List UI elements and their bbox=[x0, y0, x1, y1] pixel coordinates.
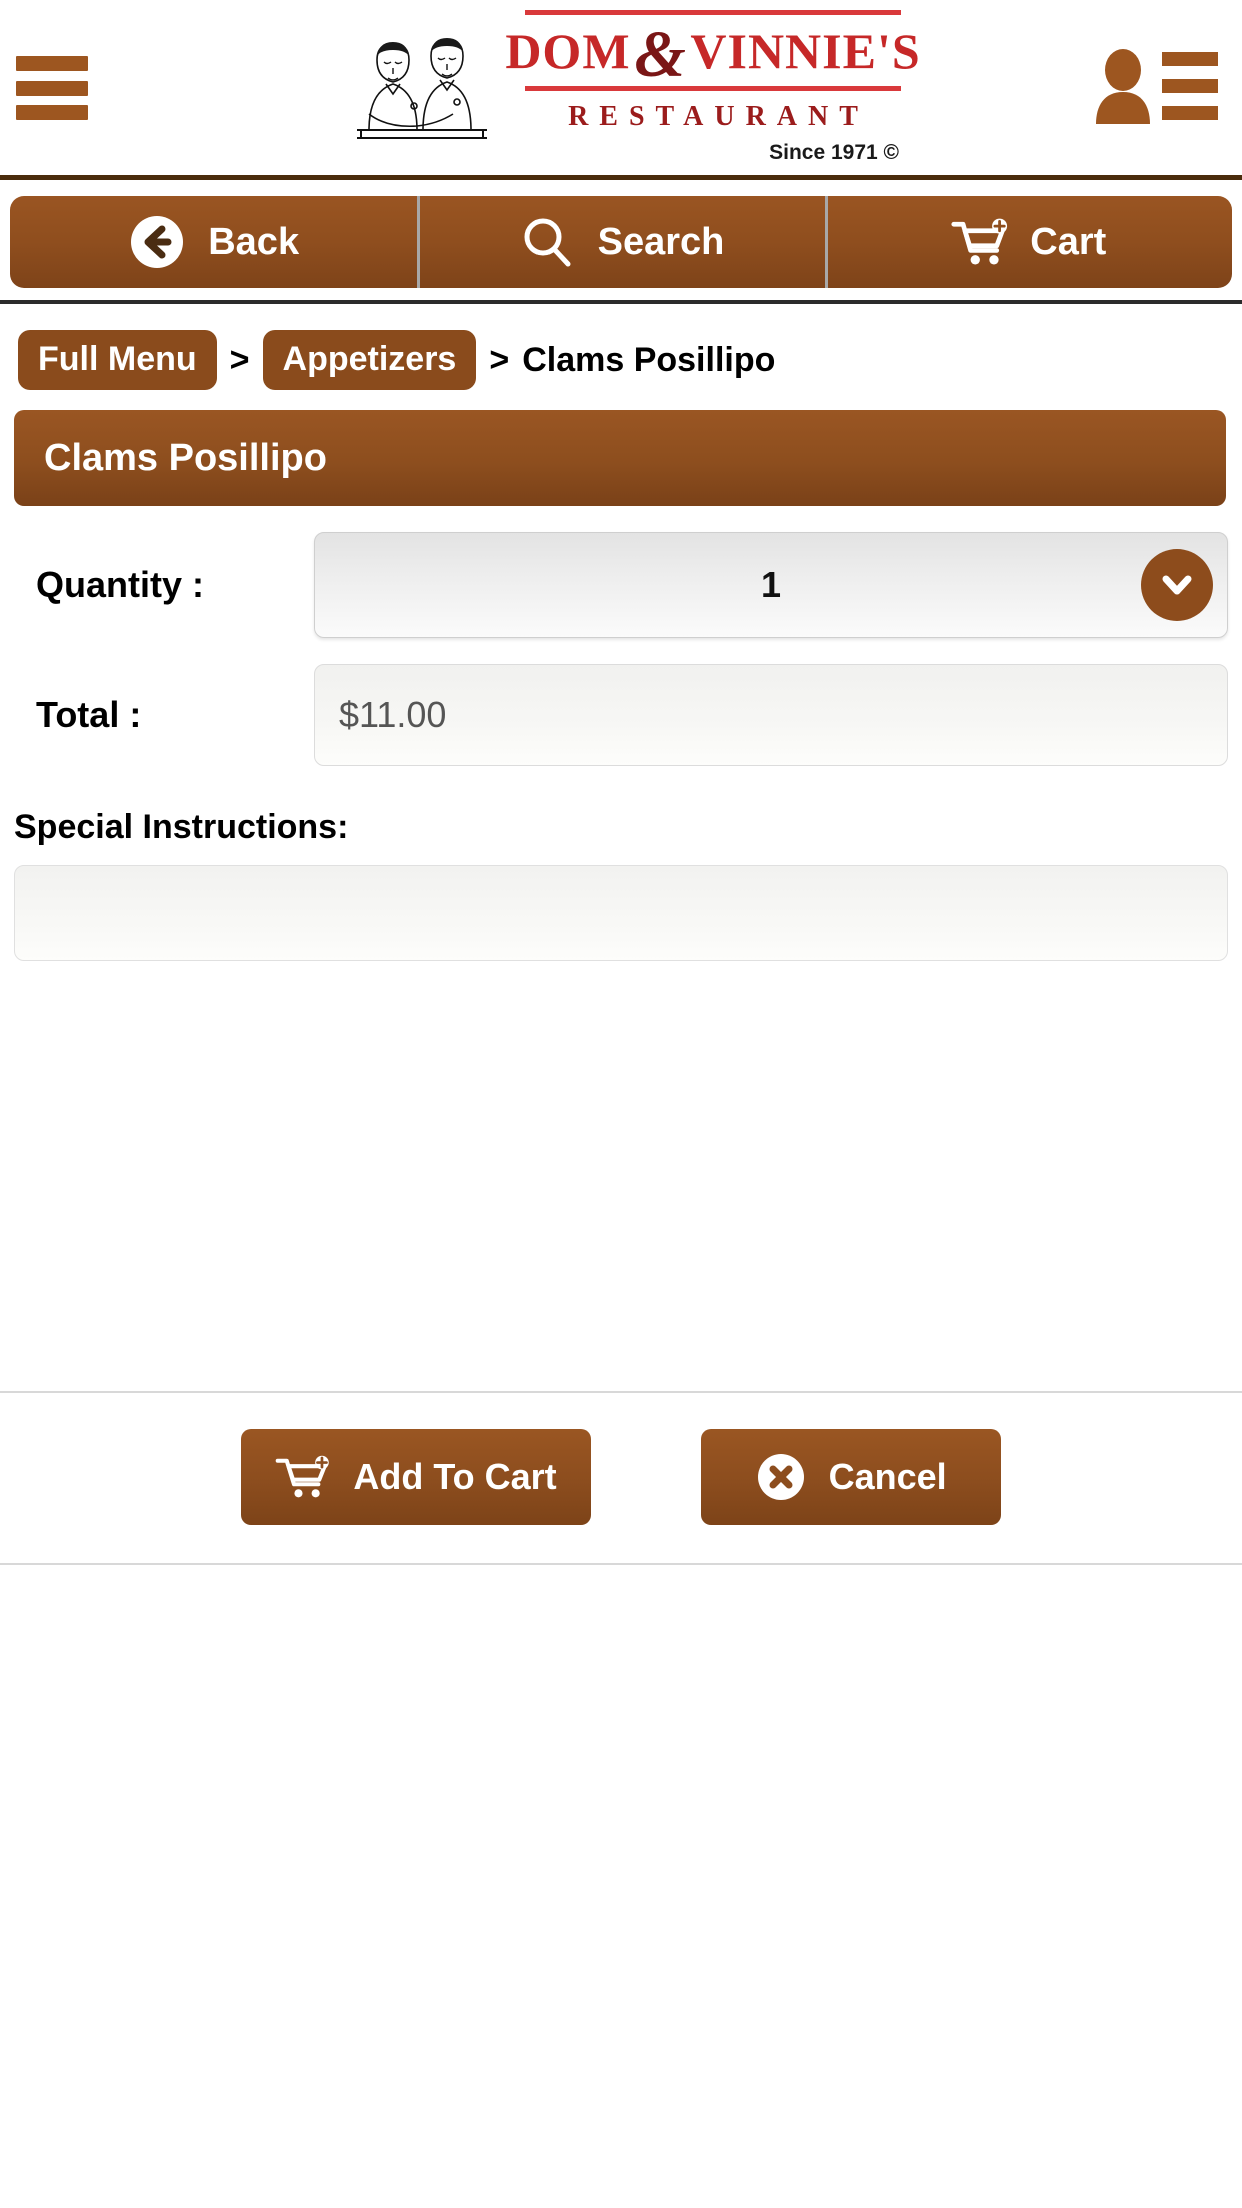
brand-ampersand: & bbox=[634, 18, 687, 91]
total-row: Total : $11.00 bbox=[14, 664, 1228, 766]
hamburger-bar bbox=[16, 105, 88, 120]
hamburger-bar bbox=[16, 80, 88, 96]
item-title-bar: Clams Posillipo bbox=[14, 410, 1226, 506]
user-account-icon[interactable] bbox=[1092, 48, 1218, 124]
add-to-cart-label: Add To Cart bbox=[353, 1456, 557, 1497]
breadcrumb-separator: > bbox=[489, 340, 510, 379]
cancel-button[interactable]: Cancel bbox=[700, 1429, 1001, 1525]
nav-toolbar-wrapper: Back Search Cart bbox=[0, 180, 1242, 304]
brand-wordmark: DOM & VINNIE'S RESTAURANT Since 1971 © bbox=[505, 10, 920, 165]
back-button[interactable]: Back bbox=[10, 196, 417, 288]
action-bar: Add To Cart Cancel bbox=[0, 1391, 1242, 1565]
brand-vinnies: VINNIE'S bbox=[690, 23, 921, 79]
special-instructions-input[interactable] bbox=[14, 865, 1228, 961]
page-tail bbox=[0, 1565, 1242, 2208]
breadcrumb-current-item: Clams Posillipo bbox=[522, 340, 776, 379]
quantity-field: 1 bbox=[314, 532, 1228, 638]
item-options-form: Quantity : 1 Total : $11.00 bbox=[0, 532, 1242, 766]
search-button[interactable]: Search bbox=[417, 196, 824, 288]
back-arrow-icon bbox=[131, 216, 184, 268]
brand-restaurant-word: RESTAURANT bbox=[568, 101, 869, 132]
back-button-label: Back bbox=[208, 220, 300, 263]
total-field: $11.00 bbox=[314, 664, 1228, 766]
add-to-cart-button[interactable]: Add To Cart bbox=[241, 1429, 591, 1525]
brand-since: Since 1971 © bbox=[769, 141, 899, 164]
cart-button-label: Cart bbox=[1030, 220, 1107, 263]
quantity-select[interactable]: 1 bbox=[314, 532, 1228, 638]
brand-name-line1: DOM & VINNIE'S bbox=[505, 15, 919, 91]
hamburger-icon[interactable] bbox=[16, 56, 88, 120]
logo-rule-bottom bbox=[525, 86, 901, 91]
cart-button[interactable]: Cart bbox=[824, 196, 1232, 288]
breadcrumb-full-menu[interactable]: Full Menu bbox=[18, 330, 217, 390]
total-value: $11.00 bbox=[314, 664, 1228, 766]
logo-rule-top bbox=[525, 10, 901, 15]
cancel-label: Cancel bbox=[828, 1456, 947, 1497]
add-to-cart-icon bbox=[276, 1455, 330, 1498]
account-menu-lines-icon bbox=[1162, 52, 1218, 120]
cancel-x-icon bbox=[757, 1454, 804, 1500]
quantity-value: 1 bbox=[760, 564, 782, 605]
brand-logo: DOM & VINNIE'S RESTAURANT Since 1971 © bbox=[0, 0, 1242, 175]
total-label: Total : bbox=[36, 694, 142, 735]
two-men-logo-icon bbox=[357, 38, 487, 139]
quantity-label: Quantity : bbox=[36, 564, 204, 605]
quantity-row: Quantity : 1 bbox=[14, 532, 1228, 638]
brand-dom: DOM bbox=[505, 23, 631, 79]
breadcrumb-separator: > bbox=[229, 340, 250, 379]
app-header: DOM & VINNIE'S RESTAURANT Since 1971 © bbox=[0, 0, 1242, 180]
breadcrumb-appetizers[interactable]: Appetizers bbox=[262, 330, 477, 390]
chevron-down-glyph bbox=[1162, 575, 1192, 595]
hamburger-bar bbox=[16, 56, 88, 71]
chevron-down-icon[interactable] bbox=[1141, 549, 1213, 621]
search-button-label: Search bbox=[597, 220, 725, 263]
nav-toolbar: Back Search Cart bbox=[10, 196, 1232, 288]
shopping-cart-icon bbox=[951, 218, 1008, 265]
special-instructions-label: Special Instructions: bbox=[14, 808, 349, 846]
breadcrumb: Full Menu > Appetizers > Clams Posillipo bbox=[0, 304, 1242, 402]
user-silhouette-icon bbox=[1096, 49, 1150, 124]
search-icon bbox=[524, 218, 571, 267]
page-title: Clams Posillipo bbox=[44, 436, 327, 479]
